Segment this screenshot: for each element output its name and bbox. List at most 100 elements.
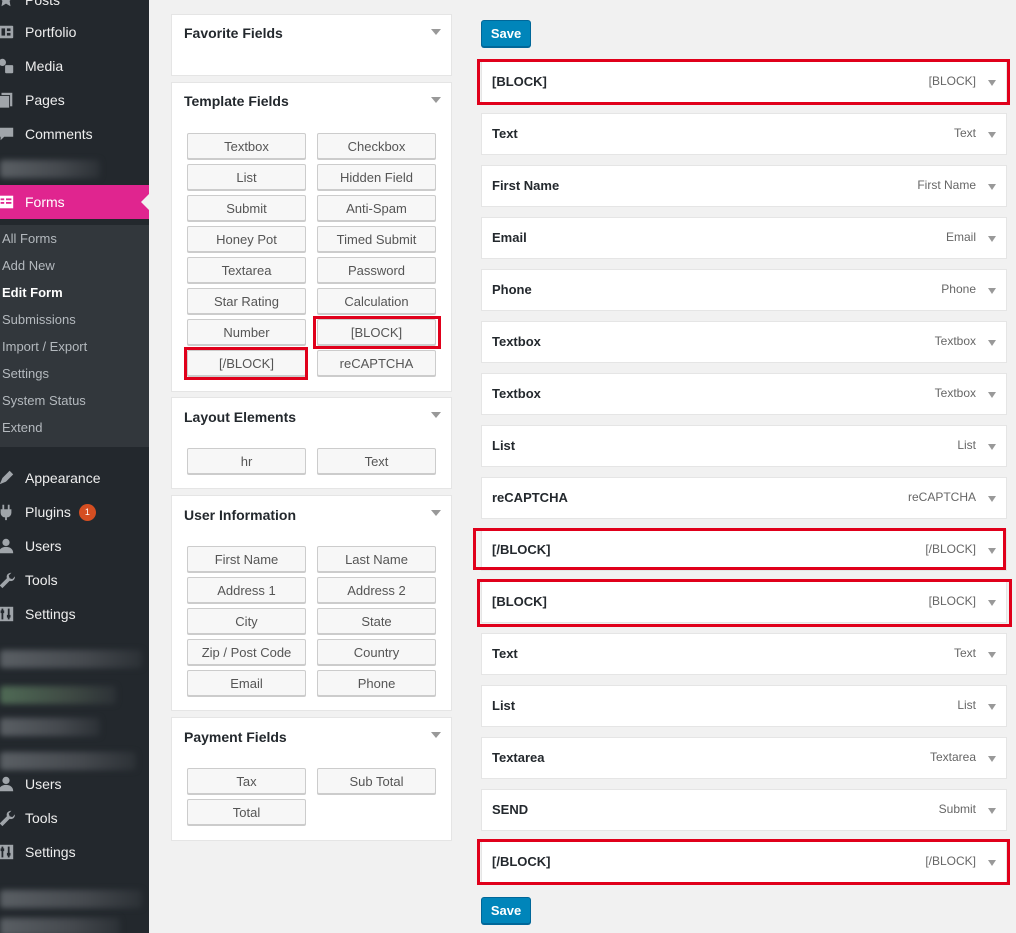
add-phone-button[interactable]: Phone — [317, 670, 436, 696]
add-checkbox-button[interactable]: Checkbox — [317, 133, 436, 159]
add-honey-pot-button[interactable]: Honey Pot — [187, 226, 306, 252]
add-anti-spam-button[interactable]: Anti-Spam — [317, 195, 436, 221]
users-icon — [0, 774, 16, 794]
add-number-button[interactable]: Number — [187, 319, 306, 345]
expand-arrow-icon[interactable] — [988, 288, 996, 294]
add-star-rating-button[interactable]: Star Rating — [187, 288, 306, 314]
expand-arrow-icon[interactable] — [988, 652, 996, 658]
toggle-arrow-icon[interactable] — [431, 510, 441, 516]
form-field-row[interactable]: Email Email — [481, 217, 1007, 259]
menu-item-plugins[interactable]: Plugins 1 — [0, 495, 149, 529]
add-text-button[interactable]: Text — [317, 448, 436, 474]
expand-arrow-icon[interactable] — [988, 184, 996, 190]
add-password-button[interactable]: Password — [317, 257, 436, 283]
expand-arrow-icon[interactable] — [988, 704, 996, 710]
add-timed-submit-button[interactable]: Timed Submit — [317, 226, 436, 252]
save-button-bottom[interactable]: Save — [481, 897, 531, 924]
add-address-1-button[interactable]: Address 1 — [187, 577, 306, 603]
submenu-extend[interactable]: Extend — [2, 420, 42, 435]
add-zip-button[interactable]: Zip / Post Code — [187, 639, 306, 665]
field-type: [BLOCK] — [928, 594, 976, 608]
save-button[interactable]: Save — [481, 20, 531, 47]
expand-arrow-icon[interactable] — [988, 860, 996, 866]
field-type: Text — [953, 126, 976, 140]
menu-item-forms[interactable]: Forms — [0, 185, 149, 219]
add-total-button[interactable]: Total — [187, 799, 306, 825]
menu-item-tools[interactable]: Tools — [0, 563, 149, 597]
form-field-row[interactable]: List List — [481, 425, 1007, 467]
form-field-row[interactable]: Text Text — [481, 113, 1007, 155]
submenu-system-status[interactable]: System Status — [2, 393, 86, 408]
submenu-add-new[interactable]: Add New — [2, 258, 55, 273]
form-field-row[interactable]: Textbox Textbox — [481, 373, 1007, 415]
toggle-arrow-icon[interactable] — [431, 97, 441, 103]
form-field-row[interactable]: [/BLOCK] [/BLOCK] — [481, 529, 1007, 571]
menu-item-tools-2[interactable]: Tools — [0, 801, 149, 835]
form-field-row[interactable]: First Name First Name — [481, 165, 1007, 207]
field-label: Text — [492, 646, 518, 661]
submenu-settings[interactable]: Settings — [2, 366, 49, 381]
field-type: [BLOCK] — [928, 74, 976, 88]
expand-arrow-icon[interactable] — [988, 392, 996, 398]
add-email-button[interactable]: Email — [187, 670, 306, 696]
menu-item-portfolio[interactable]: Portfolio — [0, 15, 149, 49]
add-last-name-button[interactable]: Last Name — [317, 546, 436, 572]
menu-item-users-2[interactable]: Users — [0, 767, 149, 801]
form-field-row[interactable]: List List — [481, 685, 1007, 727]
add-end-block-button[interactable]: [/BLOCK] — [187, 350, 306, 376]
add-calculation-button[interactable]: Calculation — [317, 288, 436, 314]
expand-arrow-icon[interactable] — [988, 80, 996, 86]
add-address-2-button[interactable]: Address 2 — [317, 577, 436, 603]
form-field-row[interactable]: Textbox Textbox — [481, 321, 1007, 363]
form-field-row[interactable]: [BLOCK] [BLOCK] — [481, 581, 1007, 623]
menu-item-media[interactable]: Media — [0, 49, 149, 83]
menu-item-settings[interactable]: Settings — [0, 597, 149, 631]
expand-arrow-icon[interactable] — [988, 756, 996, 762]
expand-arrow-icon[interactable] — [988, 444, 996, 450]
form-field-row[interactable]: reCAPTCHA reCAPTCHA — [481, 477, 1007, 519]
menu-item-pages[interactable]: Pages — [0, 83, 149, 117]
menu-item-settings-2[interactable]: Settings — [0, 835, 149, 869]
toggle-arrow-icon[interactable] — [431, 732, 441, 738]
submenu-import-export[interactable]: Import / Export — [2, 339, 87, 354]
add-city-button[interactable]: City — [187, 608, 306, 634]
add-sub-total-button[interactable]: Sub Total — [317, 768, 436, 794]
add-first-name-button[interactable]: First Name — [187, 546, 306, 572]
form-field-row[interactable]: Phone Phone — [481, 269, 1007, 311]
form-field-row[interactable]: [/BLOCK] [/BLOCK] — [481, 841, 1007, 883]
toggle-arrow-icon[interactable] — [431, 412, 441, 418]
expand-arrow-icon[interactable] — [988, 132, 996, 138]
add-submit-button[interactable]: Submit — [187, 195, 306, 221]
toggle-arrow-icon[interactable] — [431, 29, 441, 35]
field-type: Textbox — [934, 334, 976, 348]
menu-item-appearance[interactable]: Appearance — [0, 461, 149, 495]
form-field-row[interactable]: [BLOCK] [BLOCK] — [481, 61, 1007, 103]
submenu-all-forms[interactable]: All Forms — [2, 231, 57, 246]
menu-item-users[interactable]: Users — [0, 529, 149, 563]
add-textbox-button[interactable]: Textbox — [187, 133, 306, 159]
submenu-edit-form[interactable]: Edit Form — [2, 285, 63, 300]
expand-arrow-icon[interactable] — [988, 600, 996, 606]
expand-arrow-icon[interactable] — [988, 808, 996, 814]
users-icon — [0, 536, 16, 556]
add-country-button[interactable]: Country — [317, 639, 436, 665]
form-field-row[interactable]: Text Text — [481, 633, 1007, 675]
add-recaptcha-button[interactable]: reCAPTCHA — [317, 350, 436, 376]
pin-icon — [0, 0, 16, 10]
add-hr-button[interactable]: hr — [187, 448, 306, 474]
portfolio-icon — [0, 22, 16, 42]
add-tax-button[interactable]: Tax — [187, 768, 306, 794]
form-field-row[interactable]: SEND Submit — [481, 789, 1007, 831]
add-hidden-field-button[interactable]: Hidden Field — [317, 164, 436, 190]
expand-arrow-icon[interactable] — [988, 340, 996, 346]
add-state-button[interactable]: State — [317, 608, 436, 634]
expand-arrow-icon[interactable] — [988, 236, 996, 242]
expand-arrow-icon[interactable] — [988, 496, 996, 502]
add-block-button[interactable]: [BLOCK] — [317, 319, 436, 345]
add-textarea-button[interactable]: Textarea — [187, 257, 306, 283]
menu-item-comments[interactable]: Comments — [0, 117, 149, 151]
submenu-submissions[interactable]: Submissions — [2, 312, 76, 327]
add-list-button[interactable]: List — [187, 164, 306, 190]
expand-arrow-icon[interactable] — [988, 548, 996, 554]
form-field-row[interactable]: Textarea Textarea — [481, 737, 1007, 779]
